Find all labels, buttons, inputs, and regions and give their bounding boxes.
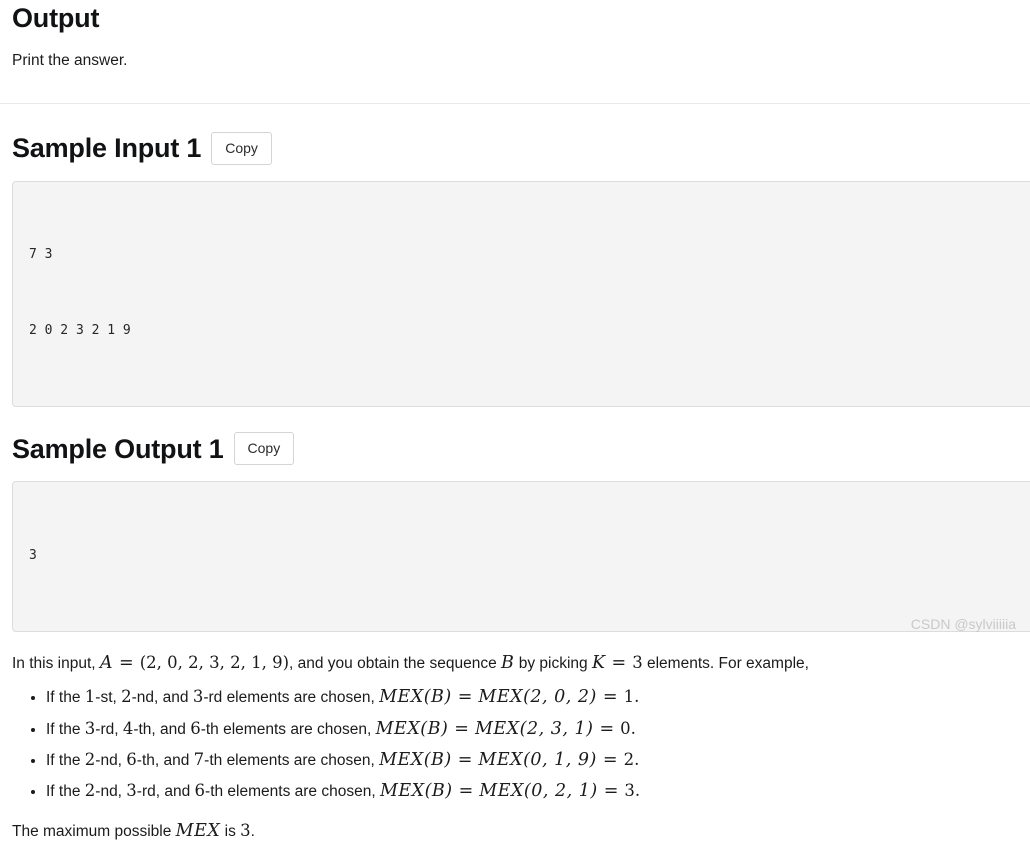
copy-sample-input-button[interactable]: Copy xyxy=(211,131,272,165)
sample-input-code-block[interactable]: 7 3 2 0 2 3 2 1 9 xyxy=(12,180,1030,408)
ordinal-number: 2 xyxy=(84,749,96,769)
example-list: If the 1-st, 2-nd, and 3-rd elements are… xyxy=(12,683,1030,805)
output-section-body: Print the answer. xyxy=(12,52,128,70)
math-sequence-A: (2, 0, 2, 3, 2, 1, 9) xyxy=(139,653,290,673)
ordinal-suffix: -rd elements are chosen, xyxy=(203,689,380,707)
math-mex-of-B: MEX(B) xyxy=(379,749,452,770)
bullet-lead-text: If the xyxy=(46,783,85,801)
code-line: 7 3 xyxy=(29,247,53,263)
math-equals: = xyxy=(458,781,474,802)
explanation-conclusion-paragraph: The maximum possible MEX is 3. xyxy=(12,818,1030,845)
bullet-lead-text: If the xyxy=(46,689,85,707)
ordinal-number: 6 xyxy=(194,781,206,801)
code-line: 2 0 2 3 2 1 9 xyxy=(29,323,131,339)
list-item: If the 1-st, 2-nd, and 3-rd elements are… xyxy=(46,683,1030,711)
bullet-lead-text: If the xyxy=(46,720,85,738)
output-section-heading: Output xyxy=(12,3,100,33)
math-equals: = xyxy=(119,653,134,674)
ordinal-suffix: -nd, xyxy=(95,783,127,801)
math-mex-of-B: MEX(B) xyxy=(379,781,453,802)
list-item: If the 2-nd, 3-rd, and 6-th elements are… xyxy=(46,777,1030,805)
math-mex-values: MEX(0, 2, 1) xyxy=(479,781,598,802)
period: . xyxy=(250,822,255,840)
explanation-intro-paragraph: In this input, A = (2, 0, 2, 3, 2, 1, 9), … xyxy=(12,650,1030,677)
intro-text-1: In this input, xyxy=(12,655,100,673)
ordinal-suffix: -rd, xyxy=(95,720,123,738)
period: . xyxy=(630,718,636,738)
math-mex-of-B: MEX(B) xyxy=(375,718,449,739)
ordinal-suffix: -th elements are chosen, xyxy=(205,783,380,801)
sample-input-heading: Sample Input 1 xyxy=(12,132,202,163)
ordinal-number: 2 xyxy=(84,781,96,801)
copy-sample-output-button[interactable]: Copy xyxy=(233,432,295,466)
math-equals: = xyxy=(611,653,627,674)
math-max-mex-value: 3 xyxy=(240,820,251,840)
ordinal-number: 3 xyxy=(84,718,96,738)
math-mex-result: 2 xyxy=(623,749,635,769)
math-mex-values: MEX(2, 3, 1) xyxy=(474,718,594,739)
ordinal-number: 6 xyxy=(190,718,201,738)
math-equals: = xyxy=(603,781,619,802)
ordinal-suffix: -th, and xyxy=(136,751,194,769)
math-equals: = xyxy=(602,687,618,708)
math-K-value: 3 xyxy=(632,653,643,673)
intro-text-2: , and you obtain the sequence xyxy=(289,655,502,673)
ordinal-number: 4 xyxy=(122,718,134,738)
math-A: A xyxy=(99,653,114,674)
math-mex-of-B: MEX(B) xyxy=(379,687,452,708)
period: . xyxy=(634,781,641,801)
list-item: If the 3-rd, 4-th, and 6-th elements are… xyxy=(46,715,1030,743)
math-mex-values: MEX(0, 1, 9) xyxy=(478,749,597,770)
sample-output-header: Sample Output 1 Copy xyxy=(12,432,1030,466)
ordinal-suffix: -rd, and xyxy=(136,783,195,801)
problem-statement-page: Output Print the answer. Sample Input 1 … xyxy=(0,0,1030,845)
csdn-watermark: CSDN @sylviiiiia xyxy=(910,616,1016,632)
ordinal-number: 7 xyxy=(193,749,205,769)
ordinal-suffix: -th elements are chosen, xyxy=(204,751,380,769)
ordinal-number: 6 xyxy=(126,749,137,769)
list-item: If the 2-nd, 6-th, and 7-th elements are… xyxy=(46,746,1030,774)
code-line: 3 xyxy=(29,548,37,564)
intro-text-4: elements. For example, xyxy=(642,655,809,673)
sample-output-heading: Sample Output 1 xyxy=(12,433,224,464)
math-mex-result: 1 xyxy=(623,687,635,707)
sample-input-header: Sample Input 1 Copy xyxy=(12,131,1030,165)
ordinal-number: 3 xyxy=(126,781,137,801)
section-divider xyxy=(0,102,1030,104)
ordinal-suffix: -nd, xyxy=(95,751,127,769)
ordinal-number: 3 xyxy=(192,687,204,707)
math-mex-result: 0 xyxy=(620,718,631,738)
ordinal-number: 2 xyxy=(121,687,132,707)
math-equals: = xyxy=(599,718,615,739)
ordinal-suffix: -th, and xyxy=(133,720,191,738)
ordinal-number: 1 xyxy=(84,687,96,707)
period: . xyxy=(634,749,640,769)
math-equals: = xyxy=(457,687,473,708)
intro-text-3: by picking xyxy=(514,655,592,673)
ordinal-suffix: -th elements are chosen, xyxy=(200,720,376,738)
math-equals: = xyxy=(457,749,473,770)
sample-output-code-block[interactable]: 3 xyxy=(12,481,1030,633)
math-mex-result: 3 xyxy=(624,781,635,801)
math-mex: MEX xyxy=(175,820,221,841)
math-B: B xyxy=(501,653,515,674)
math-K: K xyxy=(591,653,606,674)
period: . xyxy=(634,687,640,707)
bullet-lead-text: If the xyxy=(46,751,85,769)
math-equals: = xyxy=(602,749,618,770)
conclusion-text-2: is xyxy=(220,822,241,840)
conclusion-text-1: The maximum possible xyxy=(12,822,176,840)
ordinal-suffix: -nd, and xyxy=(131,689,193,707)
math-equals: = xyxy=(454,718,469,739)
ordinal-suffix: -st, xyxy=(95,689,122,707)
math-mex-values: MEX(2, 0, 2) xyxy=(478,687,597,708)
